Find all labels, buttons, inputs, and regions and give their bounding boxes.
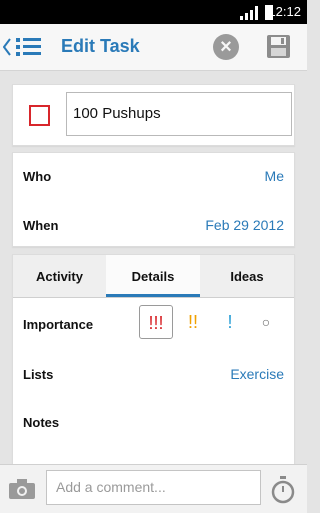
importance-high-option[interactable]: !!! [139, 305, 173, 339]
lists-row[interactable]: Lists Exercise [13, 355, 294, 403]
importance-label: Importance [23, 317, 94, 332]
when-label: When [23, 218, 59, 233]
task-meta-card: Who Me When Feb 29 2012 [12, 152, 295, 247]
timer-icon[interactable] [270, 476, 296, 504]
tab-divider [13, 297, 294, 298]
close-icon: × [220, 36, 232, 58]
task-complete-checkbox[interactable] [29, 105, 50, 126]
camera-icon[interactable] [9, 479, 35, 499]
tab-bar: Activity Details Ideas [13, 255, 294, 297]
cancel-button[interactable]: × [213, 34, 239, 60]
who-label: Who [23, 169, 52, 184]
who-row[interactable]: Who Me [13, 153, 294, 199]
task-list-icon[interactable] [16, 38, 42, 56]
importance-none-option[interactable]: ○ [249, 305, 283, 339]
lists-value[interactable]: Exercise [230, 366, 284, 382]
status-time: 12:12 [268, 4, 301, 19]
importance-medium-option[interactable]: !! [176, 305, 210, 339]
when-value[interactable]: Feb 29 2012 [205, 217, 284, 233]
notes-label: Notes [23, 415, 60, 430]
signal-icon [240, 6, 264, 20]
save-button[interactable] [266, 34, 291, 59]
page-title: Edit Task [61, 36, 140, 56]
who-value[interactable]: Me [265, 168, 284, 184]
comment-input[interactable]: Add a comment... [46, 470, 261, 505]
task-name-input[interactable]: 100 Pushups [66, 92, 292, 136]
tab-activity[interactable]: Activity [13, 255, 106, 297]
action-bar: Edit Task × [0, 24, 307, 71]
tab-details[interactable]: Details [106, 255, 200, 297]
importance-low-option[interactable]: ! [213, 305, 247, 339]
importance-row: Importance !!! !! ! ○ [13, 305, 294, 353]
task-card: 100 Pushups [12, 84, 295, 146]
status-bar: 12:12 [0, 0, 307, 24]
lists-label: Lists [23, 367, 54, 382]
notes-row[interactable]: Notes [13, 403, 294, 451]
comment-bar: Add a comment... [0, 464, 307, 513]
tab-ideas[interactable]: Ideas [200, 255, 294, 297]
when-row[interactable]: When Feb 29 2012 [13, 200, 294, 246]
back-chevron-icon[interactable] [3, 38, 11, 56]
